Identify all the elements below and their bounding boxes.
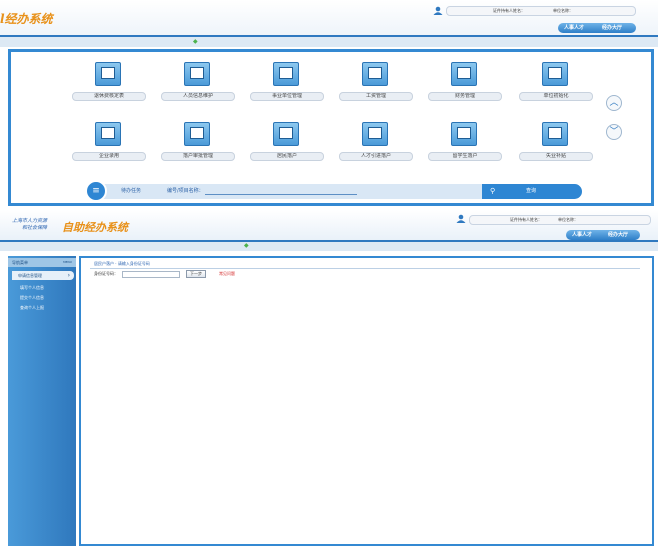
- tile-personnel-info[interactable]: 人员信息维护: [161, 62, 235, 110]
- tile-finance-mgmt[interactable]: 财务管理: [428, 62, 502, 110]
- sidebar-header: 导航菜单 MENU: [8, 258, 76, 267]
- search-input[interactable]: [205, 194, 357, 195]
- scroll-up-button[interactable]: ︿: [606, 95, 622, 111]
- printer-icon: [95, 62, 121, 86]
- tile-resident-settlement[interactable]: 居民落户: [250, 122, 324, 170]
- bureau-logo-bottom: 和社会保障: [22, 225, 48, 231]
- task-list-icon: ≡: [85, 180, 107, 202]
- header-tabs: 人事人才 经办大厅: [558, 23, 636, 33]
- tile-retirement[interactable]: 退休费核定表: [72, 62, 146, 110]
- tile-talent-settlement[interactable]: 人才引进落户: [339, 122, 413, 170]
- tile-institution-mgmt[interactable]: 事业单位管理: [250, 62, 324, 110]
- tile-unemployment-subsidy[interactable]: 失业补贴: [519, 122, 593, 170]
- bureau-logo-top: 上海市人力资源: [12, 218, 48, 224]
- user-icon-bottom: [456, 214, 466, 223]
- holder-name-label: 证件持有人姓名：: [493, 8, 525, 13]
- tab-service-hall-bottom[interactable]: 经办大厅: [608, 230, 628, 240]
- tab-personnel[interactable]: 人事人才: [564, 23, 584, 33]
- sidebar-item-query-report[interactable]: 查询个人上报: [20, 303, 44, 312]
- sidebar-item-apply-info[interactable]: 申请信息管理 ›: [12, 271, 74, 280]
- user-info-bar-bottom: 证件持有人姓名： 单位名称：: [469, 215, 651, 225]
- search-button[interactable]: ⚲ 查询: [482, 184, 582, 199]
- tile-student-settlement[interactable]: 留学生落户: [428, 122, 502, 170]
- breadcrumb: 居民户落户 · 请输入身份证号码: [94, 261, 150, 266]
- app-logo-bottom: 自助经办系统: [62, 221, 128, 234]
- chart-icon: [542, 122, 568, 146]
- monitor-icon: [95, 122, 121, 146]
- tile-enterprise-hire[interactable]: 企业录用: [72, 122, 146, 170]
- sidebar-item-submit-info[interactable]: 提交个人信息: [20, 293, 44, 302]
- unit-name-label: 单位名称：: [553, 8, 573, 13]
- id-card-icon: [451, 62, 477, 86]
- tab-service-hall[interactable]: 经办大厅: [602, 23, 622, 33]
- search-field-label: 编号/项目名称：: [167, 188, 204, 194]
- unit-name-label-bottom: 单位名称：: [558, 217, 578, 222]
- monitor-icon: [542, 62, 568, 86]
- calendar-icon: [362, 122, 388, 146]
- message-icon: [273, 62, 299, 86]
- nav-strip: [0, 37, 658, 47]
- app-logo: l经办系统: [0, 12, 53, 26]
- id-number-input[interactable]: [122, 271, 180, 278]
- tile-unit-init[interactable]: 单位初始化: [519, 62, 593, 110]
- content-panel: [79, 256, 654, 546]
- user-icon: [433, 6, 443, 15]
- org-chart-icon: [184, 122, 210, 146]
- nav-strip-bottom: [0, 242, 658, 251]
- computer-icon: [451, 122, 477, 146]
- holder-name-label-bottom: 证件持有人姓名：: [510, 217, 542, 222]
- nav-toggle-icon[interactable]: ◆: [193, 39, 199, 45]
- scroll-down-button[interactable]: ﹀: [606, 124, 622, 140]
- content-divider: [90, 268, 640, 269]
- id-number-label: 身份证号码：: [94, 271, 118, 276]
- sidebar-item-fill-info[interactable]: 填写个人信息: [20, 283, 44, 292]
- header-tabs-bottom: 人事人才 经办大厅: [566, 230, 640, 240]
- faq-link[interactable]: 常见问题: [219, 270, 235, 278]
- document-check-icon: [184, 62, 210, 86]
- chevron-right-icon: ›: [67, 272, 70, 279]
- user-info-bar: 证件持有人姓名： 单位名称：: [446, 6, 636, 16]
- tile-salary-mgmt[interactable]: 工资管理: [339, 62, 413, 110]
- next-step-button[interactable]: 下一步: [186, 270, 206, 278]
- search-icon: ⚲: [490, 187, 496, 195]
- safe-icon: [273, 122, 299, 146]
- pending-task-label: 待办任务: [121, 188, 142, 194]
- tile-settlement-approval[interactable]: 落户审批管理: [161, 122, 235, 170]
- nav-toggle-icon-bottom[interactable]: ◆: [244, 243, 250, 249]
- tab-personnel-bottom[interactable]: 人事人才: [572, 230, 592, 240]
- printer-icon: [362, 62, 388, 86]
